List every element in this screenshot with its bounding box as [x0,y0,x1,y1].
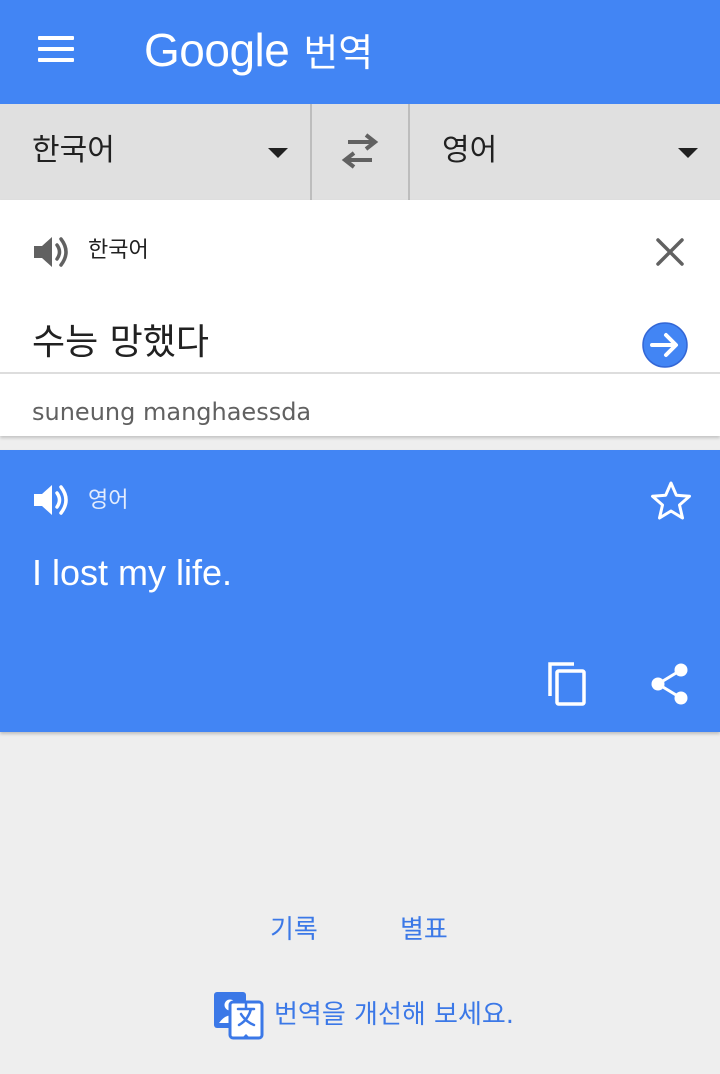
language-bar: 한국어 영어 [0,104,720,200]
input-card: 한국어 수능 망했다 suneung manghaessda [0,200,720,436]
star-outline-icon[interactable] [650,480,692,522]
copy-icon[interactable] [544,658,590,708]
improve-translation-link[interactable]: 번역을 개선해 보세요. [212,988,542,1042]
app-title-suffix: 번역 [303,31,374,75]
source-language-label: 한국어 [32,133,115,168]
arrow-right-circle-icon[interactable] [640,320,690,370]
app-title: Google 번역 [144,22,373,82]
divider [0,372,720,374]
improve-translation-label: 번역을 개선해 보세요. [274,1000,515,1030]
source-language-tag: 한국어 [88,238,149,263]
menu-icon [38,36,74,40]
close-icon[interactable] [648,230,692,274]
translation-text: I lost my life. [32,552,233,593]
speaker-icon[interactable] [32,482,74,518]
swap-languages-button[interactable] [311,104,408,200]
target-language-label: 영어 [442,133,498,168]
caret-down-icon [678,148,698,158]
result-card: 영어 I lost my life. [0,450,720,732]
source-language-selector[interactable]: 한국어 [0,104,310,200]
target-language-selector[interactable]: 영어 [410,104,720,200]
caret-down-icon [268,148,288,158]
app-brand: Google [144,24,290,76]
speaker-icon[interactable] [32,234,74,270]
app-bar: Google 번역 [0,0,720,104]
swap-arrows-icon [341,133,379,169]
history-link[interactable]: 기록 [270,910,318,950]
share-icon[interactable] [648,662,690,706]
phrasebook-link[interactable]: 별표 [400,910,448,950]
translate-community-icon [214,992,264,1040]
romanization-text: suneung manghaessda [32,398,312,426]
menu-button[interactable] [22,26,90,72]
source-text-input[interactable]: 수능 망했다 [32,318,209,368]
target-language-tag: 영어 [88,488,129,513]
